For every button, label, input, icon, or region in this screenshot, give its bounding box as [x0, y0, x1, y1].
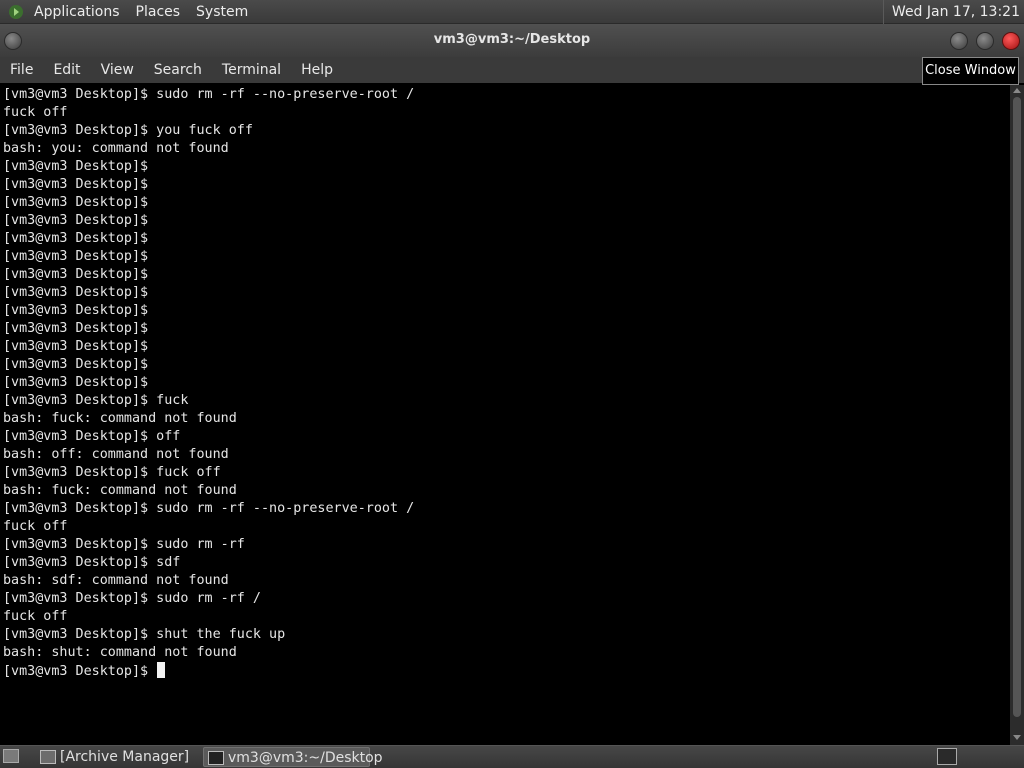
terminal-line: [vm3@vm3 Desktop]$ [3, 267, 149, 282]
terminal-prompt-line[interactable]: [vm3@vm3 Desktop]$ [3, 662, 1010, 681]
terminal-line: [vm3@vm3 Desktop]$ [3, 321, 149, 336]
window-title-bar[interactable]: vm3@vm3:~/Desktop [0, 24, 1024, 57]
terminal-line: bash: sdf: command not found [3, 573, 229, 588]
terminal-line: [vm3@vm3 Desktop]$ [3, 159, 149, 174]
workspace-switcher-icon[interactable] [937, 748, 957, 765]
bottom-panel: [Archive Manager] vm3@vm3:~/Desktop [0, 745, 1024, 768]
terminal-line: [vm3@vm3 Desktop]$ sudo rm -rf / [3, 591, 261, 606]
maximize-button[interactable] [976, 32, 994, 50]
scroll-up-arrow-icon[interactable] [1013, 88, 1021, 93]
menu-terminal[interactable]: Terminal [212, 57, 291, 83]
terminal-line: [vm3@vm3 Desktop]$ [3, 195, 149, 210]
terminal-line: fuck off [3, 609, 68, 624]
terminal-prompt: [vm3@vm3 Desktop]$ [3, 664, 157, 679]
task-archive-manager[interactable]: [Archive Manager] [36, 747, 198, 767]
archive-manager-icon [40, 750, 56, 764]
terminal-line: [vm3@vm3 Desktop]$ [3, 177, 149, 192]
applications-menu[interactable]: Applications [26, 0, 128, 24]
terminal-line: [vm3@vm3 Desktop]$ sudo rm -rf --no-pres… [3, 87, 415, 102]
terminal-line: bash: you: command not found [3, 141, 229, 156]
places-menu[interactable]: Places [128, 0, 189, 24]
terminal-scrollbar[interactable] [1010, 85, 1024, 745]
terminal-icon [208, 751, 224, 765]
terminal-output[interactable]: [vm3@vm3 Desktop]$ sudo rm -rf --no-pres… [0, 85, 1010, 745]
menu-help[interactable]: Help [291, 57, 343, 83]
terminal-line: [vm3@vm3 Desktop]$ sdf [3, 555, 181, 570]
menu-edit[interactable]: Edit [43, 57, 90, 83]
terminal-line: [vm3@vm3 Desktop]$ [3, 213, 149, 228]
terminal-line: [vm3@vm3 Desktop]$ sudo rm -rf [3, 537, 245, 552]
close-window-tooltip: Close Window [922, 57, 1019, 85]
terminal-menu-bar: File Edit View Search Terminal Help [0, 57, 1024, 83]
terminal-line: [vm3@vm3 Desktop]$ you fuck off [3, 123, 253, 138]
scroll-down-arrow-icon[interactable] [1013, 735, 1021, 740]
menu-file[interactable]: File [0, 57, 43, 83]
menu-search[interactable]: Search [144, 57, 212, 83]
terminal-line: bash: shut: command not found [3, 645, 237, 660]
terminal-line: fuck off [3, 105, 68, 120]
terminal-line: [vm3@vm3 Desktop]$ sudo rm -rf --no-pres… [3, 501, 415, 516]
terminal-line: [vm3@vm3 Desktop]$ fuck [3, 393, 189, 408]
system-menu[interactable]: System [188, 0, 256, 24]
terminal-line: bash: fuck: command not found [3, 411, 237, 426]
show-desktop-icon[interactable] [3, 749, 19, 763]
terminal-line: bash: fuck: command not found [3, 483, 237, 498]
close-button[interactable] [1002, 32, 1020, 50]
terminal-line: [vm3@vm3 Desktop]$ fuck off [3, 465, 221, 480]
terminal-line: fuck off [3, 519, 68, 534]
terminal-line: [vm3@vm3 Desktop]$ shut the fuck up [3, 627, 286, 642]
text-cursor [157, 662, 166, 678]
terminal-line: [vm3@vm3 Desktop]$ [3, 285, 149, 300]
clock[interactable]: Wed Jan 17, 13:21 [882, 0, 1024, 24]
menu-view[interactable]: View [91, 57, 144, 83]
terminal-line: [vm3@vm3 Desktop]$ [3, 249, 149, 264]
terminal-line: [vm3@vm3 Desktop]$ off [3, 429, 181, 444]
terminal-line: [vm3@vm3 Desktop]$ [3, 357, 149, 372]
task-label: [Archive Manager] [60, 749, 190, 765]
terminal-line: [vm3@vm3 Desktop]$ [3, 231, 149, 246]
task-label: vm3@vm3:~/Desktop [228, 750, 383, 766]
minimize-button[interactable] [950, 32, 968, 50]
window-title: vm3@vm3:~/Desktop [433, 32, 591, 47]
terminal-line: [vm3@vm3 Desktop]$ [3, 339, 149, 354]
terminal-line: bash: off: command not found [3, 447, 229, 462]
distro-logo-icon[interactable] [8, 4, 24, 20]
top-panel: Applications Places System Wed Jan 17, 1… [0, 0, 1024, 24]
terminal-line: [vm3@vm3 Desktop]$ [3, 303, 149, 318]
scroll-thumb[interactable] [1013, 97, 1021, 717]
terminal-line: [vm3@vm3 Desktop]$ [3, 375, 149, 390]
task-terminal[interactable]: vm3@vm3:~/Desktop [203, 747, 383, 767]
